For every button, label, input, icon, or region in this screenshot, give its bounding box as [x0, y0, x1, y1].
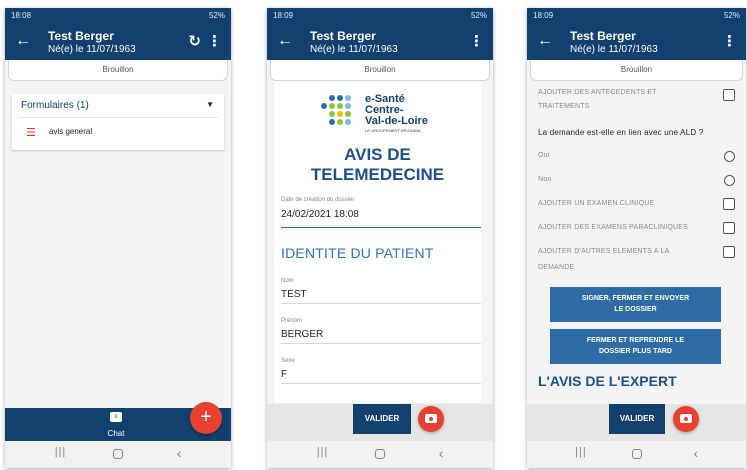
ald-yes-radio[interactable] — [724, 151, 735, 162]
status-time: 18:08 — [11, 11, 32, 20]
ald-question: La demande est-elle en lien avec une ALD… — [538, 128, 704, 137]
more-vert-icon[interactable]: ⋮ — [469, 32, 484, 50]
form-item-avis-general[interactable]: avis general — [49, 127, 92, 136]
chat-icon[interactable]: ≡ — [110, 412, 122, 422]
header-titles: Test Berger Né(e) le 11/07/1963 — [310, 29, 398, 55]
validate-button[interactable]: VALIDER — [353, 404, 411, 434]
patient-name: Test Berger — [310, 29, 376, 43]
more-vert-icon[interactable]: ⋮ — [722, 32, 737, 50]
logo-tagline: LE GROUPEMENT RÉGIONAL — [365, 128, 422, 133]
first-name-field[interactable]: BERGER — [281, 329, 323, 340]
telemedicine-form: e-Santé Centre- Val-de-Loire LE GROUPEME… — [274, 81, 481, 403]
app-bar: ← Test Berger Né(e) le 11/07/1963 ⋮ — [527, 24, 746, 60]
logo-dots-icon — [321, 93, 359, 133]
paraclinical-exams-checkbox[interactable] — [723, 222, 735, 234]
draft-status-tab: Brouillon — [530, 60, 743, 81]
clinical-exam-checkbox[interactable] — [723, 198, 735, 210]
system-nav-bar: ||| ‹ — [5, 441, 231, 468]
phone-screen-document: 18:09 52% ← Test Berger Né(e) le 11/07/1… — [267, 8, 493, 468]
chat-label[interactable]: Chat — [101, 429, 131, 438]
sign-close-send-button[interactable]: SIGNER, FERMER ET ENVOYER LE DOSSIER — [550, 287, 721, 322]
camera-button[interactable] — [418, 406, 444, 432]
system-nav-bar: ||| ‹ — [267, 441, 493, 468]
section-title-expert: L'AVIS DE L'EXPERT — [538, 373, 677, 389]
patient-birthdate: Né(e) le 11/07/1963 — [570, 44, 658, 55]
app-bar: ← Test Berger Né(e) le 11/07/1963 ⋮ — [267, 24, 493, 60]
header-titles: Test Berger Né(e) le 11/07/1963 — [48, 29, 136, 55]
field-underline — [281, 227, 481, 228]
arrow-back-icon[interactable]: ← — [277, 33, 293, 49]
status-time: 18:09 — [273, 11, 294, 20]
system-nav-bar: ||| ‹ — [527, 441, 746, 468]
ald-yes-label: Oui — [538, 152, 550, 159]
section-title-identity: IDENTITE DU PATIENT — [281, 245, 434, 261]
draft-status-tab: Brouillon — [8, 60, 228, 81]
camera-lens — [683, 416, 689, 422]
status-bar: 18:09 52% — [527, 8, 746, 24]
battery-level: 52% — [208, 11, 225, 20]
field-underline — [281, 383, 481, 384]
sex-label: Sexe — [281, 358, 295, 364]
last-name-label: Nom — [281, 278, 294, 284]
status-bar: 18:09 52% — [267, 8, 493, 24]
recent-apps-icon[interactable]: ||| — [317, 446, 329, 458]
status-bar: 18:08 52% — [5, 8, 231, 24]
battery-level: 52% — [723, 11, 740, 20]
first-name-label: Prénom — [281, 318, 303, 324]
nav-back-icon[interactable]: ‹ — [439, 445, 444, 461]
ald-no-radio[interactable] — [724, 175, 735, 186]
phone-screen-forms: 18:08 52% ← Test Berger Né(e) le 11/07/1… — [5, 8, 231, 468]
list-icon: ☰ — [26, 127, 36, 139]
battery-level: 52% — [470, 11, 487, 20]
add-history-label-line1: AJOUTER DES ANTECEDENTS ET — [538, 89, 657, 96]
field-underline — [281, 343, 481, 344]
form-options: AJOUTER DES ANTECEDENTS ET TRAITEMENTS L… — [527, 81, 746, 404]
patient-name: Test Berger — [48, 29, 114, 43]
last-name-field[interactable]: TEST — [281, 289, 307, 300]
arrow-back-icon[interactable]: ← — [537, 33, 553, 49]
divider — [18, 117, 218, 118]
logo-text: e-Santé Centre- Val-de-Loire — [365, 93, 428, 127]
nav-back-icon[interactable]: ‹ — [177, 445, 182, 461]
header-titles: Test Berger Né(e) le 11/07/1963 — [570, 29, 658, 55]
draft-status-tab: Brouillon — [270, 60, 490, 81]
created-date-value[interactable]: 24/02/2021 18:08 — [281, 209, 359, 220]
camera-lens — [428, 416, 434, 422]
add-history-label-line2: TRAITEMENTS — [538, 103, 590, 110]
ald-no-label: Non — [538, 176, 552, 183]
other-elements-checkbox[interactable] — [723, 246, 735, 258]
recent-apps-icon[interactable]: ||| — [55, 446, 67, 458]
validate-button[interactable]: VALIDER — [609, 404, 665, 434]
recent-apps-icon[interactable]: ||| — [575, 446, 587, 458]
phone-screen-options: 18:09 52% ← Test Berger Né(e) le 11/07/1… — [527, 8, 746, 468]
esante-logo: e-Santé Centre- Val-de-Loire LE GROUPEME… — [321, 93, 461, 133]
arrow-back-icon[interactable]: ← — [15, 33, 31, 49]
created-date-label: Date de création du dossier — [281, 197, 355, 203]
other-elements-label-line1: AJOUTER D'AUTRES ELEMENTS A LA — [538, 248, 670, 255]
home-icon[interactable] — [375, 449, 386, 459]
forms-header[interactable]: Formulaires (1) — [21, 100, 89, 111]
add-history-checkbox[interactable] — [723, 89, 735, 101]
home-icon[interactable] — [113, 449, 124, 459]
other-elements-label-line2: DEMANDE — [538, 264, 575, 271]
patient-birthdate: Né(e) le 11/07/1963 — [310, 44, 398, 55]
document-title: AVIS DE TELEMEDECINE — [310, 145, 445, 184]
camera-button[interactable] — [673, 406, 699, 432]
nav-back-icon[interactable]: ‹ — [693, 445, 698, 461]
field-underline — [281, 303, 481, 304]
sex-field[interactable]: F — [281, 369, 287, 380]
close-resume-later-button[interactable]: FERMER ET REPRENDRE LE DOSSIER PLUS TARD — [550, 329, 721, 364]
clinical-exam-label: AJOUTER UN EXAMEN CLINIQUE — [538, 200, 655, 207]
status-time: 18:09 — [533, 11, 554, 20]
add-fab-button[interactable]: + — [190, 402, 222, 434]
patient-birthdate: Né(e) le 11/07/1963 — [48, 44, 136, 55]
chevron-down-icon[interactable]: ▼ — [206, 100, 214, 109]
more-vert-icon[interactable]: ⋮ — [207, 32, 222, 50]
paraclinical-exams-label: AJOUTER DES EXAMENS PARACLINIQUES — [538, 224, 689, 231]
refresh-icon[interactable]: ↻ — [188, 32, 201, 50]
app-bar: ← Test Berger Né(e) le 11/07/1963 ↻ ⋮ — [5, 24, 231, 60]
forms-panel: Formulaires (1) ▼ ☰ avis general — [12, 94, 224, 150]
home-icon[interactable] — [632, 449, 643, 459]
patient-name: Test Berger — [570, 29, 636, 43]
